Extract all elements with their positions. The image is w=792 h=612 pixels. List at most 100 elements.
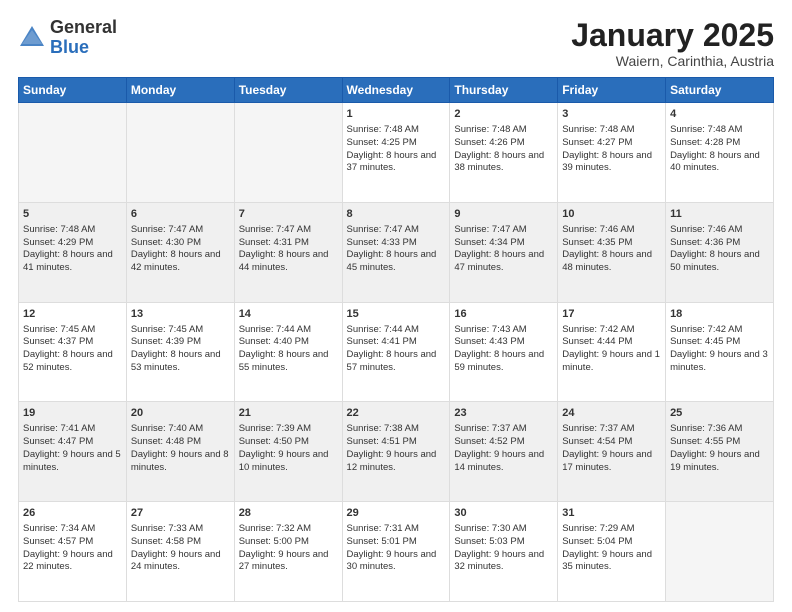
day-text-line: Sunset: 4:27 PM [562,137,661,150]
day-text-line: Sunrise: 7:37 AM [562,423,661,436]
table-row: 9Sunrise: 7:47 AMSunset: 4:34 PMDaylight… [450,202,558,302]
day-text-line: Sunrise: 7:44 AM [347,324,446,337]
table-row: 13Sunrise: 7:45 AMSunset: 4:39 PMDayligh… [126,302,234,402]
day-text-line: Sunrise: 7:42 AM [562,324,661,337]
table-row [19,103,127,203]
day-text-line: Sunrise: 7:31 AM [347,523,446,536]
day-number: 10 [562,207,661,222]
day-text-line: Sunset: 5:00 PM [239,536,338,549]
day-number: 6 [131,207,230,222]
day-text-line: Daylight: 8 hours and 39 minutes. [562,150,661,176]
day-text-line: Sunrise: 7:48 AM [347,124,446,137]
day-number: 26 [23,506,122,521]
calendar-week-row: 12Sunrise: 7:45 AMSunset: 4:37 PMDayligh… [19,302,774,402]
day-text-line: Sunrise: 7:41 AM [23,423,122,436]
header: General Blue January 2025 Waiern, Carint… [18,18,774,69]
day-text-line: Daylight: 8 hours and 40 minutes. [670,150,769,176]
day-number: 23 [454,406,553,421]
table-row: 26Sunrise: 7:34 AMSunset: 4:57 PMDayligh… [19,502,127,602]
day-text-line: Sunset: 4:45 PM [670,336,769,349]
title-block: January 2025 Waiern, Carinthia, Austria [571,18,774,69]
calendar-table: Sunday Monday Tuesday Wednesday Thursday… [18,77,774,602]
table-row: 17 Sunrise: 7:42 AMSunset: 4:44 PMDayligh… [558,302,666,402]
day-text-line: Sunset: 4:44 PM [562,336,661,349]
day-text-line: Daylight: 9 hours and 30 minutes. [347,549,446,575]
day-text-line: Sunset: 4:33 PM [347,237,446,250]
day-text-line: Daylight: 9 hours and 35 minutes. [562,549,661,575]
day-text-line: Sunrise: 7:45 AM [131,324,230,337]
day-text-line: Sunset: 5:04 PM [562,536,661,549]
day-text-line: Daylight: 8 hours and 48 minutes. [562,249,661,275]
calendar-week-row: 26Sunrise: 7:34 AMSunset: 4:57 PMDayligh… [19,502,774,602]
logo-text: General Blue [50,18,117,58]
day-number: 18 [670,307,769,322]
day-text-line: Daylight: 9 hours and 3 minutes. [670,349,769,375]
day-text-line: Sunrise: 7:39 AM [239,423,338,436]
day-text-line: Sunset: 4:35 PM [562,237,661,250]
day-text-line: Sunset: 4:43 PM [454,336,553,349]
table-row: 3Sunrise: 7:48 AMSunset: 4:27 PMDaylight… [558,103,666,203]
day-text-line: Daylight: 9 hours and 14 minutes. [454,449,553,475]
table-row: 6Sunrise: 7:47 AMSunset: 4:30 PMDaylight… [126,202,234,302]
day-text-line: Daylight: 9 hours and 32 minutes. [454,549,553,575]
logo-blue-text: Blue [50,37,89,57]
day-text-line: Sunset: 4:39 PM [131,336,230,349]
day-text-line: Daylight: 9 hours and 8 minutes. [131,449,230,475]
day-text-line: Daylight: 8 hours and 59 minutes. [454,349,553,375]
col-header-sunday: Sunday [19,78,127,103]
table-row: 8Sunrise: 7:47 AMSunset: 4:33 PMDaylight… [342,202,450,302]
table-row: 28Sunrise: 7:32 AMSunset: 5:00 PMDayligh… [234,502,342,602]
day-text-line: Sunrise: 7:45 AM [23,324,122,337]
table-row: 31Sunrise: 7:29 AMSunset: 5:04 PMDayligh… [558,502,666,602]
day-number: 30 [454,506,553,521]
day-text-line: Sunset: 4:30 PM [131,237,230,250]
table-row: 22Sunrise: 7:38 AMSunset: 4:51 PMDayligh… [342,402,450,502]
page: General Blue January 2025 Waiern, Carint… [0,0,792,612]
day-text-line: Sunset: 4:37 PM [23,336,122,349]
calendar-week-row: 19Sunrise: 7:41 AMSunset: 4:47 PMDayligh… [19,402,774,502]
day-text-line: Sunrise: 7:44 AM [239,324,338,337]
day-number: 14 [239,307,338,322]
table-row: 5Sunrise: 7:48 AMSunset: 4:29 PMDaylight… [19,202,127,302]
day-text-line: Daylight: 8 hours and 42 minutes. [131,249,230,275]
day-number: 29 [347,506,446,521]
day-number: 19 [23,406,122,421]
day-number: 17 [562,307,661,322]
table-row: 30Sunrise: 7:30 AMSunset: 5:03 PMDayligh… [450,502,558,602]
day-number: 31 [562,506,661,521]
day-number: 11 [670,207,769,222]
day-text-line: Sunrise: 7:34 AM [23,523,122,536]
col-header-thursday: Thursday [450,78,558,103]
day-text-line: Sunset: 4:58 PM [131,536,230,549]
table-row: 10Sunrise: 7:46 AMSunset: 4:35 PMDayligh… [558,202,666,302]
table-row: 19Sunrise: 7:41 AMSunset: 4:47 PMDayligh… [19,402,127,502]
day-text-line: Daylight: 8 hours and 38 minutes. [454,150,553,176]
day-text-line: Sunrise: 7:38 AM [347,423,446,436]
day-text-line: Sunrise: 7:47 AM [239,224,338,237]
subtitle: Waiern, Carinthia, Austria [571,53,774,69]
day-number: 7 [239,207,338,222]
day-text-line: Sunrise: 7:33 AM [131,523,230,536]
day-text-line: Sunset: 4:48 PM [131,436,230,449]
day-number: 22 [347,406,446,421]
day-text-line: Daylight: 8 hours and 45 minutes. [347,249,446,275]
day-text-line: Sunset: 5:01 PM [347,536,446,549]
day-text-line: Daylight: 9 hours and 27 minutes. [239,549,338,575]
day-number: 5 [23,207,122,222]
table-row: 20Sunrise: 7:40 AMSunset: 4:48 PMDayligh… [126,402,234,502]
day-text-line: Daylight: 9 hours and 24 minutes. [131,549,230,575]
day-text-line: Daylight: 9 hours and 10 minutes. [239,449,338,475]
day-text-line: Sunrise: 7:32 AM [239,523,338,536]
table-row: 7Sunrise: 7:47 AMSunset: 4:31 PMDaylight… [234,202,342,302]
day-text-line: Sunrise: 7:47 AM [454,224,553,237]
day-text-line: Daylight: 9 hours and 1 minute. [562,349,661,375]
day-text-line: Sunset: 4:25 PM [347,137,446,150]
table-row: 24Sunrise: 7:37 AMSunset: 4:54 PMDayligh… [558,402,666,502]
day-number: 15 [347,307,446,322]
day-number: 21 [239,406,338,421]
day-number: 1 [347,107,446,122]
day-number: 8 [347,207,446,222]
day-text-line: Sunrise: 7:42 AM [670,324,769,337]
day-text-line: Sunset: 4:41 PM [347,336,446,349]
day-text-line: Daylight: 9 hours and 5 minutes. [23,449,122,475]
